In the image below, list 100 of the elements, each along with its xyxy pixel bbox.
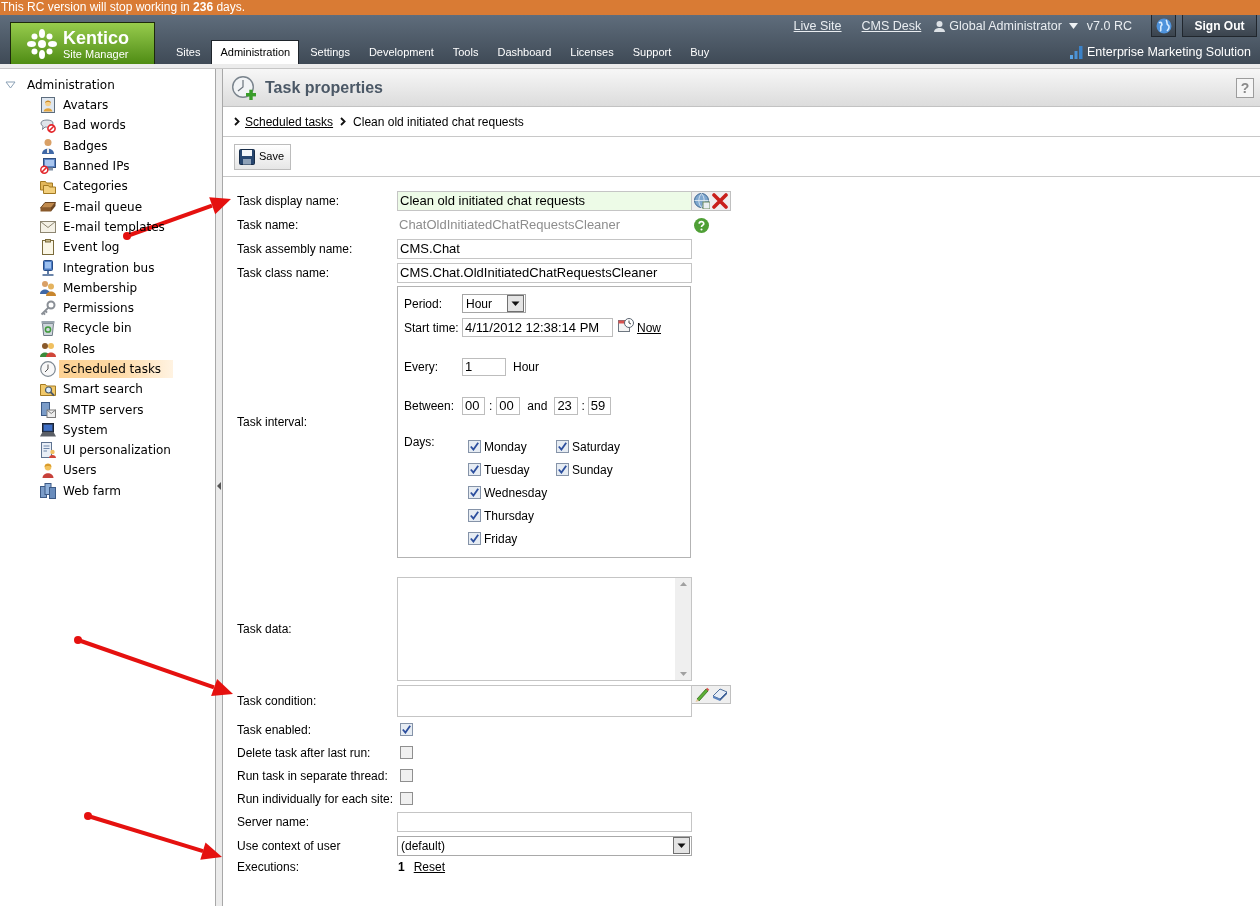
reset-link[interactable]: Reset <box>413 857 446 876</box>
save-button[interactable]: Save <box>234 143 292 170</box>
pencil-icon[interactable] <box>694 686 710 702</box>
field-label: Executions: <box>237 858 300 876</box>
caret-icon <box>1068 23 1078 29</box>
breadcrumb-link[interactable]: Scheduled tasks <box>245 112 334 131</box>
nav-tab[interactable]: Development <box>360 40 442 64</box>
checkbox[interactable] <box>556 463 569 476</box>
sidebar-item[interactable]: Categories <box>59 177 140 196</box>
portrait-icon <box>40 97 56 114</box>
checkbox[interactable] <box>468 486 481 499</box>
sidebar-item[interactable]: Smart search <box>59 380 155 399</box>
nav-tab[interactable]: Dashboard <box>489 40 560 64</box>
sidebar-item[interactable]: Roles <box>59 339 108 358</box>
checkmark-icon <box>470 488 479 497</box>
checkmark-icon <box>470 534 479 543</box>
checkbox[interactable] <box>468 509 481 522</box>
now-link[interactable]: Now <box>637 318 661 337</box>
sidebar-item[interactable]: Bad words <box>59 116 138 135</box>
speech-bubble-icon <box>40 117 56 134</box>
nav-tab[interactable]: Support <box>624 40 680 64</box>
checkbox[interactable] <box>468 440 481 453</box>
globe-icon[interactable] <box>694 193 710 209</box>
user-context-select[interactable]: (default) <box>397 835 692 856</box>
field-label: Task interval: <box>237 414 308 431</box>
sidebar-item[interactable]: System <box>59 420 120 439</box>
sign-out-button[interactable]: Sign Out <box>1182 15 1257 37</box>
checkbox[interactable] <box>556 440 569 453</box>
day-label: Friday <box>484 530 518 548</box>
checkbox[interactable] <box>468 532 481 545</box>
text-field[interactable]: CMS.Chat.OldInitiatedChatRequestsCleaner <box>397 262 692 283</box>
sidebar-item[interactable]: Membership <box>59 278 150 297</box>
time-field[interactable]: 00 <box>496 397 521 415</box>
period-select[interactable]: Hour <box>462 294 526 313</box>
time-field[interactable]: 59 <box>587 397 611 415</box>
sidebar-item[interactable]: Banned IPs <box>59 157 142 176</box>
clock-plus-icon <box>232 75 256 100</box>
sidebar-item[interactable]: Badges <box>59 136 120 155</box>
every-field[interactable]: 1 <box>462 358 506 376</box>
sidebar-item[interactable]: Avatars <box>59 96 121 115</box>
chevron-right-icon <box>234 117 240 126</box>
checkbox[interactable] <box>400 769 413 783</box>
sidebar-item[interactable]: Integration bus <box>59 258 167 277</box>
header-link[interactable]: CMS Desk <box>861 16 922 36</box>
separator-text: : <box>489 398 493 415</box>
logo-subtitle: Site Manager <box>63 47 129 60</box>
bar-chart-icon <box>1070 45 1083 59</box>
nav-tab[interactable]: Settings <box>302 40 358 64</box>
checkbox[interactable] <box>400 792 413 806</box>
user-icon <box>40 462 56 479</box>
tree-root-label[interactable]: Administration <box>27 76 115 94</box>
monitor-icon <box>40 259 56 276</box>
nav-tab[interactable]: Tools <box>444 40 487 64</box>
sidebar-item[interactable]: E-mail queue <box>59 197 155 216</box>
splitter[interactable] <box>215 69 223 906</box>
condition-field[interactable] <box>397 684 692 717</box>
cross-icon[interactable] <box>712 193 728 209</box>
scrollbar[interactable] <box>675 578 691 680</box>
user-menu[interactable]: Global Administrator <box>934 16 1078 36</box>
sidebar-item[interactable]: UI personalization <box>59 441 183 460</box>
document-icon <box>40 442 56 459</box>
nav-tab[interactable]: Licenses <box>562 40 622 64</box>
sidebar-item[interactable]: Permissions <box>59 299 146 318</box>
key-icon <box>40 300 56 317</box>
text-field[interactable]: Clean old initiated chat requests <box>397 191 692 211</box>
time-field[interactable]: 23 <box>554 397 579 415</box>
server-icon <box>40 401 56 418</box>
eraser-icon[interactable] <box>712 686 728 702</box>
sidebar-item[interactable]: Users <box>59 461 109 480</box>
people-icon <box>40 340 56 357</box>
globe-button[interactable] <box>1151 15 1176 37</box>
checkbox[interactable] <box>400 723 413 737</box>
checkmark-icon <box>470 465 479 474</box>
calendar-clock-icon[interactable] <box>618 317 634 334</box>
checkbox[interactable] <box>468 463 481 476</box>
nav-tab[interactable]: Administration <box>211 40 300 64</box>
sidebar-item[interactable]: Event log <box>59 238 132 257</box>
header-link[interactable]: Live Site <box>793 16 842 36</box>
trash-icon <box>40 320 56 337</box>
time-field[interactable]: 00 <box>462 397 485 415</box>
task-name-value: ChatOldInitiatedChatRequestsCleaner <box>399 216 621 235</box>
nav-tab[interactable]: Sites <box>168 40 209 64</box>
nav-tab[interactable]: Buy <box>682 40 718 64</box>
help-icon[interactable] <box>694 217 709 233</box>
field-label: Period: <box>404 296 443 311</box>
checkbox[interactable] <box>400 746 413 760</box>
text-field[interactable]: CMS.Chat <box>397 239 692 259</box>
field-label: Server name: <box>237 814 310 831</box>
sidebar-item[interactable]: Recycle bin <box>59 319 144 338</box>
sidebar-item[interactable]: Scheduled tasks <box>59 360 174 378</box>
task-data-field[interactable] <box>397 577 692 681</box>
checkmark-icon <box>558 465 567 474</box>
field-label: Task name: <box>237 217 299 234</box>
sidebar-item[interactable]: SMTP servers <box>59 400 156 419</box>
sidebar-item[interactable]: Web farm <box>59 481 133 500</box>
user-icon <box>934 20 946 32</box>
start-time-field[interactable]: 4/11/2012 12:38:14 PM <box>462 318 613 337</box>
text-field[interactable] <box>397 812 692 832</box>
separator-text: : <box>581 398 585 415</box>
checkmark-icon <box>470 442 479 451</box>
